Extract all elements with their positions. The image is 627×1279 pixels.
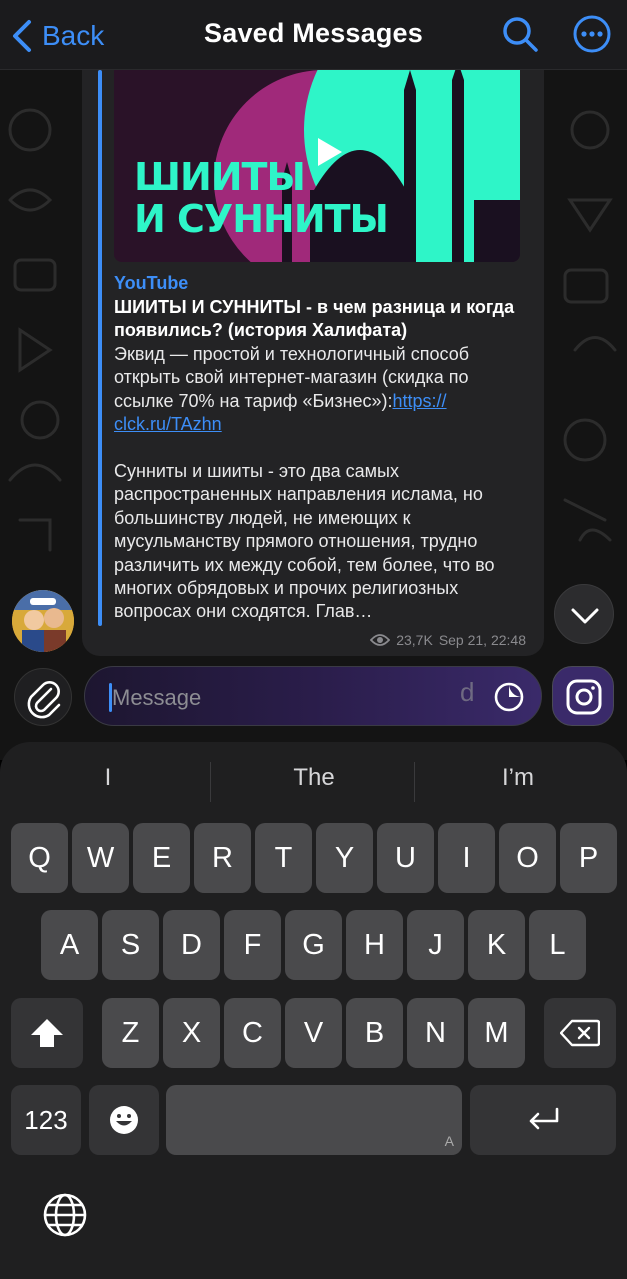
camera-button[interactable] <box>552 666 614 726</box>
link-site-name[interactable]: YouTube <box>114 273 188 294</box>
key-a[interactable]: A <box>41 910 98 980</box>
key-k[interactable]: K <box>468 910 525 980</box>
message-meta: 23,7K Sep 21, 22:48 <box>370 632 526 648</box>
key-u[interactable]: U <box>377 823 434 893</box>
message-placeholder: Message <box>112 685 202 710</box>
video-description: Эквид — простой и технологичный способ о… <box>114 343 526 624</box>
globe-icon[interactable] <box>40 1190 90 1240</box>
avatar-image <box>12 590 74 652</box>
scroll-to-bottom-button[interactable] <box>554 584 614 644</box>
views-icon <box>370 634 391 646</box>
key-w[interactable]: W <box>72 823 129 893</box>
key-v[interactable]: V <box>285 998 342 1068</box>
avatar[interactable] <box>12 590 74 652</box>
nav-bar: Back Saved Messages <box>0 0 627 70</box>
view-count: 23,7K <box>396 632 433 648</box>
key-h[interactable]: H <box>346 910 403 980</box>
sticker-icon[interactable] <box>493 681 525 713</box>
message-bubble[interactable]: ШИИТЫ И СУННИТЫ YouTube ШИИТЫ И СУННИТЫ -… <box>82 70 544 656</box>
shift-key[interactable] <box>11 998 83 1068</box>
key-l[interactable]: L <box>529 910 586 980</box>
link-preview-bar <box>98 70 102 626</box>
key-j[interactable]: J <box>407 910 464 980</box>
key-t[interactable]: T <box>255 823 312 893</box>
key-f[interactable]: F <box>224 910 281 980</box>
emoji-key[interactable] <box>89 1085 159 1155</box>
play-icon[interactable] <box>310 134 346 170</box>
shift-icon <box>31 1019 63 1047</box>
attach-button[interactable] <box>14 668 72 726</box>
key-e[interactable]: E <box>133 823 190 893</box>
space-key[interactable]: A <box>166 1085 462 1155</box>
key-q[interactable]: Q <box>11 823 68 893</box>
keyboard: I The I’m Q W E R T Y U I O P A S D F G … <box>0 742 627 1279</box>
thumbnail-title: ШИИТЫ И СУННИТЫ <box>134 155 389 241</box>
suggestion-1[interactable]: I <box>8 764 208 792</box>
key-r[interactable]: R <box>194 823 251 893</box>
key-i[interactable]: I <box>438 823 495 893</box>
key-g[interactable]: G <box>285 910 342 980</box>
key-x[interactable]: X <box>163 998 220 1068</box>
suggestion-divider <box>414 762 415 802</box>
video-thumbnail[interactable]: ШИИТЫ И СУННИТЫ <box>114 70 520 262</box>
key-s[interactable]: S <box>102 910 159 980</box>
return-icon <box>529 1107 559 1130</box>
key-n[interactable]: N <box>407 998 464 1068</box>
backspace-key[interactable] <box>544 998 616 1068</box>
numbers-key[interactable]: 123 <box>11 1085 81 1155</box>
suggestion-2[interactable]: The <box>214 764 414 792</box>
chevron-down-icon <box>571 608 599 624</box>
key-b[interactable]: B <box>346 998 403 1068</box>
message-date: Sep 21, 22:48 <box>438 632 526 648</box>
backspace-icon <box>560 1019 600 1047</box>
key-o[interactable]: O <box>499 823 556 893</box>
more-icon[interactable] <box>572 14 612 54</box>
return-key[interactable] <box>470 1085 616 1155</box>
key-d[interactable]: D <box>163 910 220 980</box>
camera-icon <box>566 679 602 715</box>
description-part-2: Сунниты и шииты - это два самых распрост… <box>114 461 500 622</box>
video-title: ШИИТЫ И СУННИТЫ - в чем разница и когда … <box>114 297 515 340</box>
key-m[interactable]: M <box>468 998 525 1068</box>
search-icon[interactable] <box>500 14 540 54</box>
emoji-icon <box>110 1106 138 1134</box>
space-hint: A <box>444 1133 454 1149</box>
key-z[interactable]: Z <box>102 998 159 1068</box>
suggestion-3[interactable]: I’m <box>418 764 618 792</box>
message-input-bar: Message d <box>0 660 627 740</box>
key-c[interactable]: C <box>224 998 281 1068</box>
ghost-text: d <box>460 677 475 707</box>
suggestion-divider <box>210 762 211 802</box>
key-p[interactable]: P <box>560 823 617 893</box>
key-y[interactable]: Y <box>316 823 373 893</box>
paperclip-icon <box>27 681 61 719</box>
